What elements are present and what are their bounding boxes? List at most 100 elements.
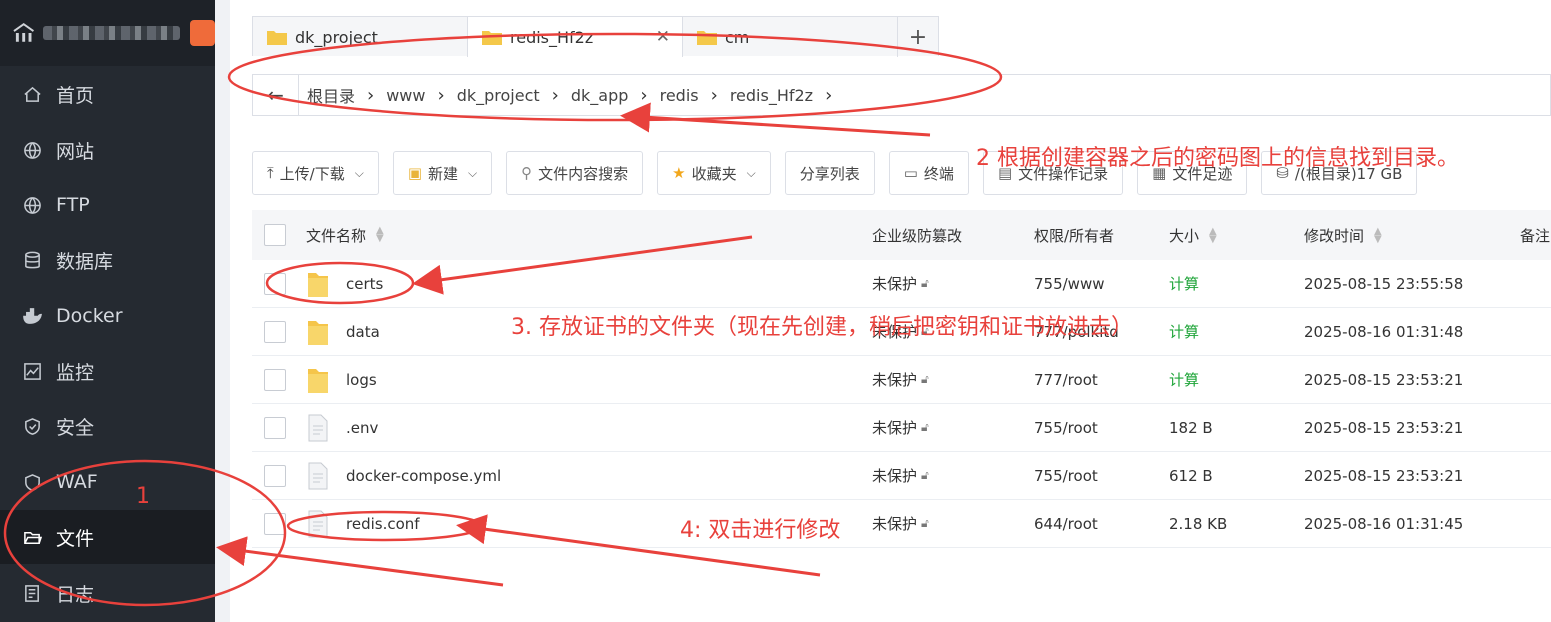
sidebar-item-logs[interactable]: 日志 <box>0 566 215 620</box>
table-row[interactable]: .env 未保护 🔓︎ 755/root 182 B 2025-08-15 23:… <box>252 404 1551 452</box>
perm-cell[interactable]: 755/root <box>1034 419 1098 437</box>
protect-status: 未保护 <box>872 371 918 389</box>
breadcrumb-item[interactable]: redis_Hf2z › <box>722 85 836 106</box>
breadcrumb-label: 根目录 <box>307 87 356 106</box>
chevron-right-icon: › <box>710 84 718 106</box>
button-label: 收藏夹 <box>691 164 737 183</box>
sidebar-item-ftp[interactable]: FTP <box>0 178 215 232</box>
perm-cell[interactable]: 777/root <box>1034 371 1098 389</box>
sort-icon: ▲ ▼ <box>1374 226 1382 245</box>
header-size[interactable]: 大小 ▲ ▼ <box>1169 225 1217 246</box>
header-name[interactable]: 文件名称 ▲ ▼ <box>306 225 384 246</box>
content-search-button[interactable]: ⚲ 文件内容搜索 <box>506 151 644 195</box>
sort-icon: ▲ ▼ <box>376 225 384 244</box>
new-button[interactable]: ▣ 新建 ⌵ <box>392 151 493 195</box>
header-label: 修改时间 <box>1304 226 1365 245</box>
perm-cell[interactable]: 755/www <box>1034 275 1105 293</box>
select-all-checkbox[interactable] <box>264 224 286 246</box>
avatar[interactable] <box>189 20 215 46</box>
tab-label: cm <box>725 27 750 47</box>
size-cell[interactable]: 计算 <box>1169 321 1199 342</box>
protect-cell[interactable]: 未保护 🔓︎ <box>872 369 929 390</box>
tab-label: dk_project <box>295 27 378 47</box>
breadcrumb: ← 根目录 › www › dk_project › dk_app › redis › r… <box>252 74 1551 116</box>
size-cell[interactable]: 计算 <box>1169 273 1199 294</box>
chevron-down-icon: ⌵ <box>468 165 478 180</box>
file-name: logs <box>346 370 377 389</box>
upload-download-button[interactable]: ⤒ 上传/下载 ⌵ <box>252 151 379 195</box>
breadcrumb-item[interactable]: dk_project › <box>449 85 563 106</box>
folder-icon <box>482 31 502 45</box>
breadcrumb-item[interactable]: redis › <box>652 85 722 106</box>
sidebar-item-database[interactable]: 数据库 <box>0 233 215 287</box>
table-row[interactable]: redis.conf 未保护 🔓︎ 644/root 2.18 KB 2025-0… <box>252 500 1551 548</box>
protect-cell[interactable]: 未保护 🔓︎ <box>872 513 929 534</box>
annotation-2: 2 根据创建容器之后的密码图上的信息找到目录。 <box>976 146 1459 171</box>
file-name-cell[interactable]: docker-compose.yml <box>306 461 501 491</box>
tab-cm[interactable]: cm <box>683 17 898 57</box>
unlock-icon: 🔓︎ <box>921 516 929 530</box>
sidebar-item-home[interactable]: 首页 <box>0 67 215 121</box>
sidebar-item-docker[interactable]: Docker <box>0 289 215 343</box>
file-icon <box>308 462 328 489</box>
protect-cell[interactable]: 未保护 🔓︎ <box>872 465 929 486</box>
redacted-server-name <box>43 26 180 40</box>
row-checkbox[interactable] <box>264 416 286 439</box>
sidebar-item-label: FTP <box>56 194 90 216</box>
row-checkbox[interactable] <box>264 368 286 391</box>
logo-icon <box>13 23 34 42</box>
protect-status: 未保护 <box>872 515 918 533</box>
sidebar-item-monitor[interactable]: 监控 <box>0 344 215 398</box>
file-name-cell[interactable]: certs <box>306 269 383 299</box>
breadcrumb-item[interactable]: www › <box>378 85 448 106</box>
breadcrumb-item[interactable]: 根目录 › <box>299 83 378 107</box>
globe-icon <box>22 140 42 160</box>
chevron-right-icon: › <box>640 84 648 106</box>
close-icon[interactable]: ✕ <box>656 27 670 47</box>
folder-open-icon <box>22 527 42 547</box>
terminal-button[interactable]: ▭ 终端 <box>888 151 969 195</box>
sidebar-item-security[interactable]: 安全 <box>0 399 215 453</box>
star-icon: ★ <box>672 164 686 182</box>
perm-cell[interactable]: 755/root <box>1034 467 1098 485</box>
table-row[interactable]: logs 未保护 🔓︎ 777/root 计算 2025-08-15 23:53:… <box>252 356 1551 404</box>
breadcrumb-item[interactable]: dk_app › <box>563 85 652 106</box>
file-name-cell[interactable]: .env <box>306 413 378 443</box>
file-name-cell[interactable]: redis.conf <box>306 509 420 539</box>
sidebar-item-label: WAF <box>56 471 98 493</box>
row-checkbox[interactable] <box>264 512 286 535</box>
breadcrumb-label: www <box>386 85 426 105</box>
sidebar-item-website[interactable]: 网站 <box>0 123 215 177</box>
file-name-cell[interactable]: logs <box>306 365 377 395</box>
add-tab-button[interactable]: + <box>898 17 938 57</box>
header-mtime[interactable]: 修改时间 ▲ ▼ <box>1304 225 1382 246</box>
table-row[interactable]: certs 未保护 🔓︎ 755/www 计算 2025-08-15 23:55:… <box>252 260 1551 308</box>
file-name: redis.conf <box>346 514 420 533</box>
protect-cell[interactable]: 未保护 🔓︎ <box>872 273 929 294</box>
sidebar-item-waf[interactable]: WAF <box>0 455 215 509</box>
perm-cell[interactable]: 644/root <box>1034 515 1098 533</box>
header-perm: 权限/所有者 <box>1034 226 1115 245</box>
back-arrow-icon[interactable]: ← <box>253 75 299 115</box>
row-checkbox[interactable] <box>264 464 286 487</box>
upload-icon: ⤒ <box>267 164 274 182</box>
share-list-button[interactable]: 分享列表 <box>784 151 875 195</box>
protect-status: 未保护 <box>872 467 918 485</box>
file-name-cell[interactable]: data <box>306 317 380 347</box>
chevron-right-icon: › <box>367 84 375 106</box>
file-icon <box>308 414 328 441</box>
row-checkbox[interactable] <box>264 320 286 343</box>
chevron-down-icon: ⌵ <box>354 165 364 180</box>
tab-redis-hf2z[interactable]: redis_Hf2z ✕ <box>468 17 683 57</box>
protect-cell[interactable]: 未保护 🔓︎ <box>872 417 929 438</box>
file-table: 文件名称 ▲ ▼ 企业级防篡改 权限/所有者 大小 ▲ ▼ 修改时间 ▲ ▼ 备注 cert… <box>252 210 1551 548</box>
favorites-button[interactable]: ★ 收藏夹 ⌵ <box>657 151 771 195</box>
size-cell[interactable]: 计算 <box>1169 369 1199 390</box>
table-row[interactable]: docker-compose.yml 未保护 🔓︎ 755/root 612 B … <box>252 452 1551 500</box>
sidebar-item-files[interactable]: 文件 <box>0 510 215 564</box>
tab-dk-project[interactable]: dk_project <box>253 17 468 57</box>
database-icon <box>22 250 42 270</box>
size-cell: 182 B <box>1169 418 1213 437</box>
row-checkbox[interactable] <box>264 272 286 295</box>
globe-icon <box>22 195 42 215</box>
